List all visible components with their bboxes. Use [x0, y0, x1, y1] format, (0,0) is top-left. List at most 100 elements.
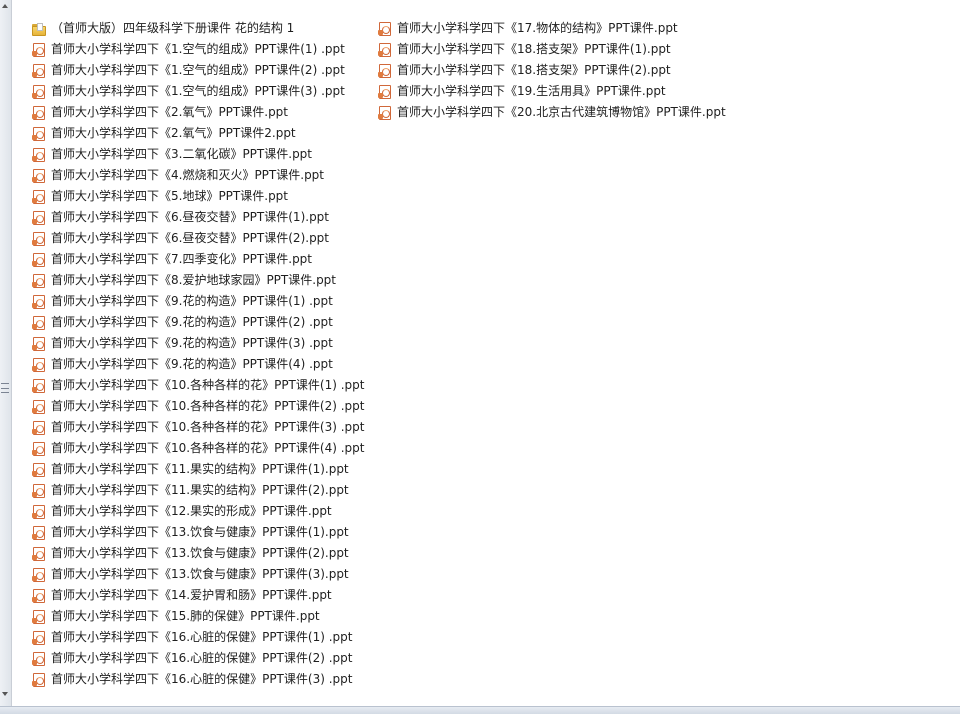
file-item[interactable]: 首师大小学科学四下《16.心脏的保健》PPT课件(1) .ppt [32, 627, 364, 648]
file-item[interactable]: 首师大小学科学四下《2.氧气》PPT课件.ppt [32, 102, 364, 123]
ppt-file-icon [32, 420, 46, 435]
file-item[interactable]: 首师大小学科学四下《20.北京古代建筑博物馆》PPT课件.ppt [378, 102, 726, 123]
ppt-file-icon [32, 315, 46, 330]
file-item[interactable]: 首师大小学科学四下《14.爱护胃和肠》PPT课件.ppt [32, 585, 364, 606]
file-item[interactable]: 首师大小学科学四下《13.饮食与健康》PPT课件(1).ppt [32, 522, 364, 543]
file-name: 首师大小学科学四下《6.昼夜交替》PPT课件(2).ppt [51, 231, 330, 245]
file-list-column-2: 首师大小学科学四下《17.物体的结构》PPT课件.ppt 首师大小学科学四下《18… [378, 18, 726, 123]
file-item[interactable]: 首师大小学科学四下《12.果实的形成》PPT课件.ppt [32, 501, 364, 522]
horizontal-scrollbar[interactable] [0, 706, 960, 714]
ppt-file-icon [32, 147, 46, 162]
folder-icon [32, 22, 46, 36]
folder-item[interactable]: （首师大版）四年级科学下册课件 花的结构 1 [32, 18, 364, 39]
ppt-file-icon [32, 504, 46, 519]
file-name: 首师大小学科学四下《16.心脏的保健》PPT课件(2) .ppt [51, 651, 353, 665]
file-name: 首师大小学科学四下《10.各种各样的花》PPT课件(2) .ppt [51, 399, 365, 413]
file-item[interactable]: 首师大小学科学四下《1.空气的组成》PPT课件(3) .ppt [32, 81, 364, 102]
file-name: 首师大小学科学四下《12.果实的形成》PPT课件.ppt [51, 504, 332, 518]
file-name: 首师大小学科学四下《2.氧气》PPT课件2.ppt [51, 126, 296, 140]
file-item[interactable]: 首师大小学科学四下《9.花的构造》PPT课件(4) .ppt [32, 354, 364, 375]
file-item[interactable]: 首师大小学科学四下《6.昼夜交替》PPT课件(2).ppt [32, 228, 364, 249]
file-name: 首师大小学科学四下《9.花的构造》PPT课件(3) .ppt [51, 336, 333, 350]
file-item[interactable]: 首师大小学科学四下《13.饮食与健康》PPT课件(3).ppt [32, 564, 364, 585]
ppt-file-icon [32, 399, 46, 414]
file-item[interactable]: 首师大小学科学四下《8.爱护地球家园》PPT课件.ppt [32, 270, 364, 291]
ppt-file-icon [32, 336, 46, 351]
file-item[interactable]: 首师大小学科学四下《16.心脏的保健》PPT课件(3) .ppt [32, 669, 364, 690]
file-item[interactable]: 首师大小学科学四下《11.果实的结构》PPT课件(2).ppt [32, 480, 364, 501]
file-name: 首师大小学科学四下《16.心脏的保健》PPT课件(1) .ppt [51, 630, 353, 644]
scroll-up-icon[interactable] [2, 4, 8, 8]
file-name: 首师大小学科学四下《5.地球》PPT课件.ppt [51, 189, 289, 203]
file-item[interactable]: 首师大小学科学四下《9.花的构造》PPT课件(3) .ppt [32, 333, 364, 354]
file-item[interactable]: 首师大小学科学四下《7.四季变化》PPT课件.ppt [32, 249, 364, 270]
file-item[interactable]: 首师大小学科学四下《4.燃烧和灭火》PPT课件.ppt [32, 165, 364, 186]
explorer-window: （首师大版）四年级科学下册课件 花的结构 1 首师大小学科学四下《1.空气的组成… [0, 0, 960, 714]
file-item[interactable]: 首师大小学科学四下《13.饮食与健康》PPT课件(2).ppt [32, 543, 364, 564]
file-item[interactable]: 首师大小学科学四下《10.各种各样的花》PPT课件(1) .ppt [32, 375, 364, 396]
file-item[interactable]: 首师大小学科学四下《19.生活用具》PPT课件.ppt [378, 81, 726, 102]
file-name: 首师大小学科学四下《1.空气的组成》PPT课件(2) .ppt [51, 63, 345, 77]
file-name: 首师大小学科学四下《9.花的构造》PPT课件(4) .ppt [51, 357, 333, 371]
ppt-file-icon [32, 84, 46, 99]
file-name: 首师大小学科学四下《13.饮食与健康》PPT课件(1).ppt [51, 525, 349, 539]
file-item[interactable]: 首师大小学科学四下《18.搭支架》PPT课件(1).ppt [378, 39, 726, 60]
ppt-file-icon [32, 210, 46, 225]
file-name: 首师大小学科学四下《18.搭支架》PPT课件(1).ppt [397, 42, 671, 56]
ppt-file-icon [32, 168, 46, 183]
ppt-file-icon [32, 630, 46, 645]
file-name: 首师大小学科学四下《16.心脏的保健》PPT课件(3) .ppt [51, 672, 353, 686]
file-item[interactable]: 首师大小学科学四下《18.搭支架》PPT课件(2).ppt [378, 60, 726, 81]
file-item[interactable]: 首师大小学科学四下《6.昼夜交替》PPT课件(1).ppt [32, 207, 364, 228]
file-name: 首师大小学科学四下《9.花的构造》PPT课件(1) .ppt [51, 294, 333, 308]
ppt-file-icon [378, 21, 392, 36]
file-item[interactable]: 首师大小学科学四下《10.各种各样的花》PPT课件(3) .ppt [32, 417, 364, 438]
ppt-file-icon [32, 42, 46, 57]
ppt-file-icon [32, 672, 46, 687]
file-item[interactable]: 首师大小学科学四下《1.空气的组成》PPT课件(2) .ppt [32, 60, 364, 81]
file-item[interactable]: 首师大小学科学四下《9.花的构造》PPT课件(2) .ppt [32, 312, 364, 333]
file-name: 首师大小学科学四下《10.各种各样的花》PPT课件(4) .ppt [51, 441, 365, 455]
file-item[interactable]: 首师大小学科学四下《10.各种各样的花》PPT课件(4) .ppt [32, 438, 364, 459]
file-name: 首师大小学科学四下《11.果实的结构》PPT课件(1).ppt [51, 462, 349, 476]
file-name: 首师大小学科学四下《20.北京古代建筑博物馆》PPT课件.ppt [397, 105, 726, 119]
ppt-file-icon [378, 84, 392, 99]
file-item[interactable]: 首师大小学科学四下《1.空气的组成》PPT课件(1) .ppt [32, 39, 364, 60]
file-name: 首师大小学科学四下《11.果实的结构》PPT课件(2).ppt [51, 483, 349, 497]
file-item[interactable]: 首师大小学科学四下《9.花的构造》PPT课件(1) .ppt [32, 291, 364, 312]
navigation-pane-splitter[interactable] [0, 0, 12, 706]
ppt-file-icon [32, 357, 46, 372]
ppt-file-icon [32, 567, 46, 582]
file-name: 首师大小学科学四下《17.物体的结构》PPT课件.ppt [397, 21, 678, 35]
ppt-file-icon [32, 546, 46, 561]
file-item[interactable]: 首师大小学科学四下《17.物体的结构》PPT课件.ppt [378, 18, 726, 39]
ppt-file-icon [32, 63, 46, 78]
splitter-grip-icon [1, 383, 9, 393]
file-name: 首师大小学科学四下《14.爱护胃和肠》PPT课件.ppt [51, 588, 332, 602]
file-item[interactable]: 首师大小学科学四下《5.地球》PPT课件.ppt [32, 186, 364, 207]
file-item[interactable]: 首师大小学科学四下《3.二氧化碳》PPT课件.ppt [32, 144, 364, 165]
ppt-file-icon [32, 294, 46, 309]
file-name: 首师大小学科学四下《8.爱护地球家园》PPT课件.ppt [51, 273, 337, 287]
file-item[interactable]: 首师大小学科学四下《16.心脏的保健》PPT课件(2) .ppt [32, 648, 364, 669]
file-item[interactable]: 首师大小学科学四下《10.各种各样的花》PPT课件(2) .ppt [32, 396, 364, 417]
scroll-down-icon[interactable] [2, 692, 8, 696]
ppt-file-icon [32, 189, 46, 204]
file-name: 首师大小学科学四下《13.饮食与健康》PPT课件(3).ppt [51, 567, 349, 581]
file-item[interactable]: 首师大小学科学四下《11.果实的结构》PPT课件(1).ppt [32, 459, 364, 480]
ppt-file-icon [32, 252, 46, 267]
file-name: 首师大小学科学四下《3.二氧化碳》PPT课件.ppt [51, 147, 313, 161]
ppt-file-icon [378, 42, 392, 57]
file-item[interactable]: 首师大小学科学四下《2.氧气》PPT课件2.ppt [32, 123, 364, 144]
ppt-file-icon [32, 483, 46, 498]
toolbar-strip [0, 0, 960, 6]
file-item[interactable]: 首师大小学科学四下《15.肺的保健》PPT课件.ppt [32, 606, 364, 627]
ppt-file-icon [32, 651, 46, 666]
ppt-file-icon [32, 462, 46, 477]
ppt-file-icon [378, 63, 392, 78]
ppt-file-icon [378, 105, 392, 120]
file-name: 首师大小学科学四下《2.氧气》PPT课件.ppt [51, 105, 289, 119]
file-name: 首师大小学科学四下《6.昼夜交替》PPT课件(1).ppt [51, 210, 330, 224]
file-name: 首师大小学科学四下《15.肺的保健》PPT课件.ppt [51, 609, 320, 623]
file-name: 首师大小学科学四下《18.搭支架》PPT课件(2).ppt [397, 63, 671, 77]
